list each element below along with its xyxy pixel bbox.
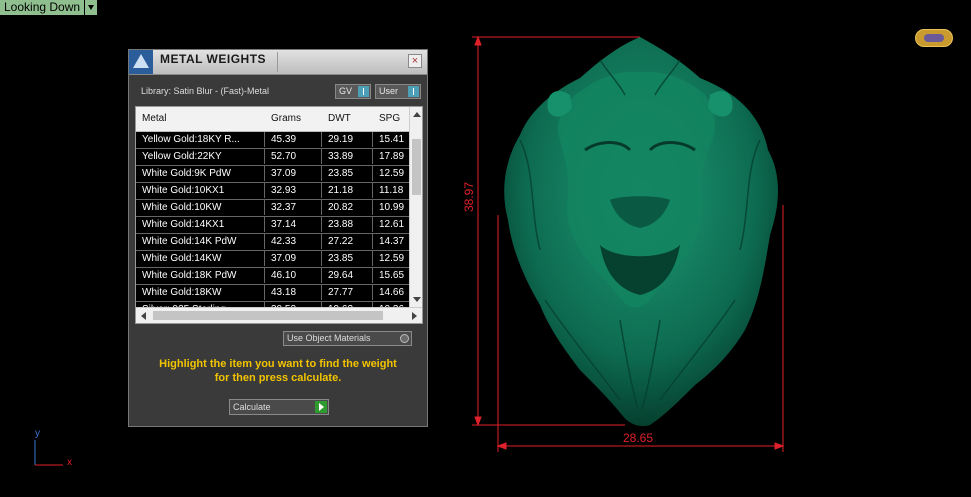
grams-cell: 37.09: [265, 166, 322, 181]
spg-cell: 11.18: [379, 185, 404, 196]
grams-cell: 37.14: [265, 217, 322, 232]
vertical-scrollbar[interactable]: [409, 107, 422, 307]
column-header-dwt[interactable]: DWT: [322, 107, 351, 131]
metal-cell: White Gold:18KW: [136, 285, 265, 300]
table-row[interactable]: White Gold:10KW 32.37 20.82 10.99: [136, 200, 409, 217]
table-row[interactable]: White Gold:14K PdW 42.33 27.22 14.37: [136, 234, 409, 251]
toggle-icon: [408, 86, 419, 97]
metal-cell: White Gold:14KW: [136, 251, 265, 266]
dwt-cell: 29.64: [322, 268, 373, 283]
dwt-cell: 27.22: [322, 234, 373, 249]
dwt-cell: 27.77: [322, 285, 373, 300]
column-header-metal[interactable]: Metal: [136, 107, 166, 131]
gv-toggle[interactable]: GV: [335, 84, 371, 99]
metal-cell: White Gold:10KX1: [136, 183, 265, 198]
metal-cell: Yellow Gold:18KY R...: [136, 132, 265, 147]
calculate-label: Calculate: [233, 402, 271, 412]
grams-cell: 32.93: [265, 183, 322, 198]
spg-cell: 12.59: [379, 168, 405, 179]
table-row[interactable]: White Gold:10KX1 32.93 21.18 11.18: [136, 183, 409, 200]
spg-cell: 14.66: [379, 287, 405, 298]
table-row[interactable]: White Gold:18KW 43.18 27.77 14.66: [136, 285, 409, 302]
dwt-cell: 29.19: [322, 132, 373, 147]
metal-cell: White Gold:14KX1: [136, 217, 265, 232]
grams-cell: 42.33: [265, 234, 322, 249]
use-object-materials-label: Use Object Materials: [287, 333, 371, 343]
dwt-cell: 20.82: [322, 200, 373, 215]
instruction-text: Highlight the item you want to find the …: [129, 357, 427, 385]
column-header-spg[interactable]: SPG: [373, 107, 400, 131]
grams-cell: 37.09: [265, 251, 322, 266]
table-row[interactable]: White Gold:14KX1 37.14 23.88 12.61: [136, 217, 409, 234]
instruction-line-1: Highlight the item you want to find the …: [159, 358, 397, 370]
spg-cell: 12.59: [379, 253, 405, 264]
lion-head-model: [504, 37, 778, 427]
column-header-grams[interactable]: Grams: [265, 107, 301, 131]
width-dimension: 28.65: [623, 431, 654, 445]
dialog-title: METAL WEIGHTS: [160, 52, 267, 66]
grams-cell: 45.39: [265, 132, 322, 147]
table-body: Yellow Gold:18KY R... 45.39 29.19 15.41 Yel…: [136, 132, 409, 319]
table-row[interactable]: Yellow Gold:18KY R... 45.39 29.19 15.41: [136, 132, 409, 149]
app-logo-icon: [129, 50, 153, 74]
grams-cell: 52.70: [265, 149, 322, 164]
table-row[interactable]: White Gold:18K PdW 46.10 29.64 15.65: [136, 268, 409, 285]
instruction-line-2: for then press calculate.: [214, 372, 342, 384]
user-toggle[interactable]: User: [375, 84, 421, 99]
spg-cell: 10.99: [379, 202, 405, 213]
close-button[interactable]: ×: [408, 54, 422, 68]
dwt-cell: 23.88: [322, 217, 373, 232]
table-row[interactable]: Yellow Gold:22KY 52.70 33.89 17.89: [136, 149, 409, 166]
play-icon: [315, 401, 327, 413]
grams-cell: 46.10: [265, 268, 322, 283]
dialog-titlebar[interactable]: METAL WEIGHTS ×: [129, 50, 427, 75]
metal-cell: White Gold:9K PdW: [136, 166, 265, 181]
title-divider: [277, 52, 278, 72]
dwt-cell: 33.89: [322, 149, 373, 164]
use-object-materials-toggle[interactable]: Use Object Materials: [283, 331, 412, 346]
table-header: Metal Grams DWT SPG: [136, 107, 409, 132]
radio-icon[interactable]: [400, 334, 409, 343]
scroll-right-icon[interactable]: [412, 312, 417, 320]
library-label: Library: Satin Blur - (Fast)-Metal: [141, 86, 270, 96]
scroll-up-icon[interactable]: [413, 112, 421, 117]
table-row[interactable]: White Gold:14KW 37.09 23.85 12.59: [136, 251, 409, 268]
toggle-icon: [358, 86, 369, 97]
metal-table: Metal Grams DWT SPG Yellow Gold:18KY R..…: [135, 106, 423, 324]
calculate-button[interactable]: Calculate: [229, 399, 329, 415]
spg-cell: 12.61: [379, 219, 405, 230]
user-toggle-label: User: [379, 86, 399, 96]
height-dimension: 38.97: [462, 181, 476, 212]
dwt-cell: 23.85: [322, 166, 373, 181]
spg-cell: 15.65: [379, 270, 405, 281]
metal-weights-dialog: METAL WEIGHTS × Library: Satin Blur - (F…: [128, 49, 428, 427]
spg-cell: 17.89: [379, 151, 405, 162]
metal-cell: White Gold:14K PdW: [136, 234, 265, 249]
grams-cell: 43.18: [265, 285, 322, 300]
scroll-left-icon[interactable]: [141, 312, 146, 320]
scroll-thumb[interactable]: [153, 311, 383, 320]
axis-x-label: x: [67, 457, 72, 468]
grams-cell: 32.37: [265, 200, 322, 215]
horizontal-scrollbar[interactable]: [136, 307, 422, 323]
scroll-down-icon[interactable]: [413, 297, 421, 302]
axis-y-label: y: [35, 428, 40, 439]
metal-cell: White Gold:10KW: [136, 200, 265, 215]
dwt-cell: 21.18: [322, 183, 373, 198]
axis-indicator: [34, 440, 63, 466]
scroll-thumb[interactable]: [412, 139, 421, 195]
gv-toggle-label: GV: [339, 86, 353, 96]
spg-cell: 15.41: [379, 134, 405, 145]
spg-cell: 14.37: [379, 236, 405, 247]
dwt-cell: 23.85: [322, 251, 373, 266]
metal-cell: Yellow Gold:22KY: [136, 149, 265, 164]
table-row[interactable]: White Gold:9K PdW 37.09 23.85 12.59: [136, 166, 409, 183]
metal-cell: White Gold:18K PdW: [136, 268, 265, 283]
